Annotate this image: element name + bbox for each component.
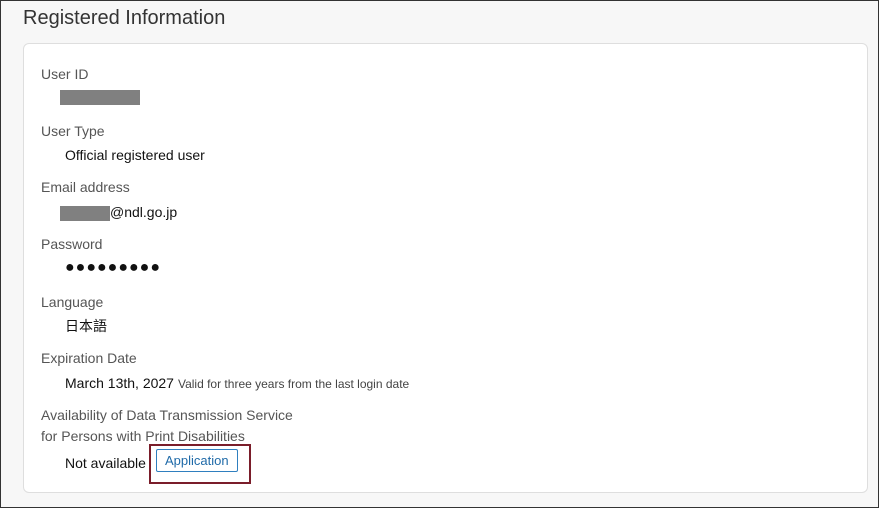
user-type-label: User Type [41, 123, 105, 139]
email-field: Email address [41, 178, 130, 196]
expiration-value: March 13th, 2027 Valid for three years fr… [65, 374, 409, 393]
language-field: Language [41, 293, 103, 311]
email-label: Email address [41, 179, 130, 195]
page-frame: Registered Information User ID User Type… [0, 0, 879, 508]
language-value: 日本語 [65, 318, 107, 334]
application-button[interactable]: Application [156, 449, 238, 472]
expiration-note: Valid for three years from the last logi… [177, 377, 410, 391]
password-value: ●●●●●●●●● [65, 259, 161, 276]
user-id-label: User ID [41, 66, 89, 82]
email-redacted [60, 205, 110, 221]
user-type-value: Official registered user [65, 147, 205, 163]
password-label: Password [41, 236, 103, 252]
language-label: Language [41, 294, 104, 310]
user-type-field: User Type [41, 122, 105, 140]
expiration-date: March 13th, 2027 [65, 375, 174, 391]
password-field: Password [41, 235, 102, 253]
registered-info-card: User ID User Type Official registered us… [23, 43, 868, 493]
email-value: @ndl.go.jp [60, 203, 177, 221]
expiration-label: Expiration Date [41, 350, 137, 366]
expiration-field: Expiration Date [41, 349, 137, 367]
availability-value: Not available [65, 455, 146, 471]
user-id-redacted [60, 90, 140, 105]
section-title: Registered Information [23, 7, 226, 29]
availability-label-line2: for Persons with Print Disabilities [41, 428, 245, 444]
user-id-field: User ID [41, 65, 88, 83]
availability-field: Availability of Data Transmission Servic… [41, 406, 293, 445]
application-button-wrapper: Application [156, 449, 238, 472]
availability-label-line1: Availability of Data Transmission Servic… [41, 407, 293, 423]
email-domain: @ndl.go.jp [110, 204, 178, 220]
